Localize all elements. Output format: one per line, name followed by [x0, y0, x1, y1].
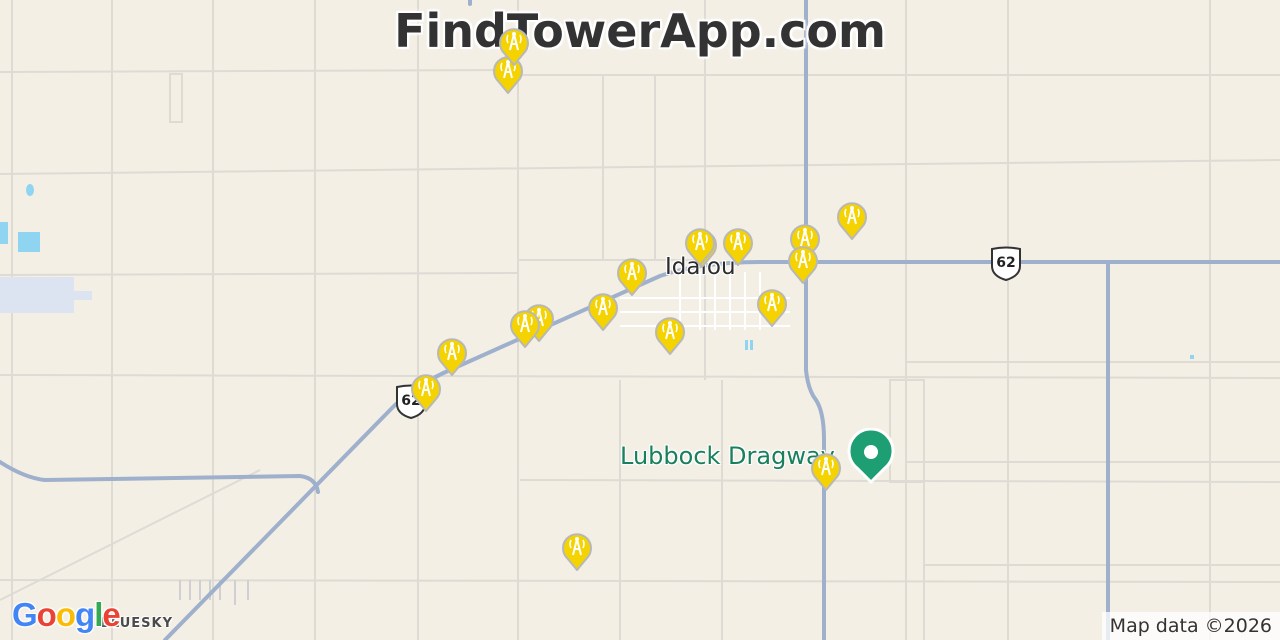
map-attribution[interactable]: Map data ©2026: [1101, 612, 1280, 640]
cell-tower-icon: [562, 533, 592, 572]
tower-marker[interactable]: [588, 291, 618, 332]
tower-marker[interactable]: [811, 451, 841, 492]
map-canvas[interactable]: FindTowerApp.com Idalou Lubbock Dragway …: [0, 0, 1280, 640]
cell-tower-icon: [655, 317, 685, 356]
cell-tower-icon: [411, 374, 441, 413]
tower-marker[interactable]: [617, 256, 647, 297]
cell-tower-icon: [437, 338, 467, 377]
cell-tower-icon: [788, 246, 818, 285]
google-logo: Google: [12, 596, 121, 633]
cell-tower-icon: [499, 28, 529, 67]
tower-marker[interactable]: [499, 26, 529, 67]
tower-marker[interactable]: [685, 226, 715, 267]
site-title: FindTowerApp.com: [394, 4, 886, 58]
cell-tower-icon: [685, 228, 715, 267]
tower-marker[interactable]: [757, 287, 787, 328]
poi-marker[interactable]: [847, 427, 895, 485]
cell-tower-icon: [811, 453, 841, 492]
tower-marker[interactable]: [837, 200, 867, 241]
tower-marker[interactable]: [562, 531, 592, 572]
tower-marker[interactable]: [788, 244, 818, 285]
tower-marker[interactable]: [437, 336, 467, 377]
cell-tower-icon: [723, 228, 753, 267]
cell-tower-icon: [588, 293, 618, 332]
poi-label[interactable]: Lubbock Dragway: [620, 442, 835, 470]
route-number: 62: [996, 255, 1016, 271]
tower-marker[interactable]: [723, 226, 753, 267]
location-pin-icon: [847, 427, 895, 485]
cell-tower-icon: [757, 289, 787, 328]
tower-marker[interactable]: [655, 315, 685, 356]
cell-tower-icon: [837, 202, 867, 241]
tower-marker[interactable]: [411, 372, 441, 413]
cell-tower-icon: [617, 258, 647, 297]
route-shield: 62: [989, 246, 1023, 282]
tower-marker[interactable]: [510, 308, 540, 349]
cell-tower-icon: [510, 310, 540, 349]
map-base-layer: [0, 0, 1280, 640]
